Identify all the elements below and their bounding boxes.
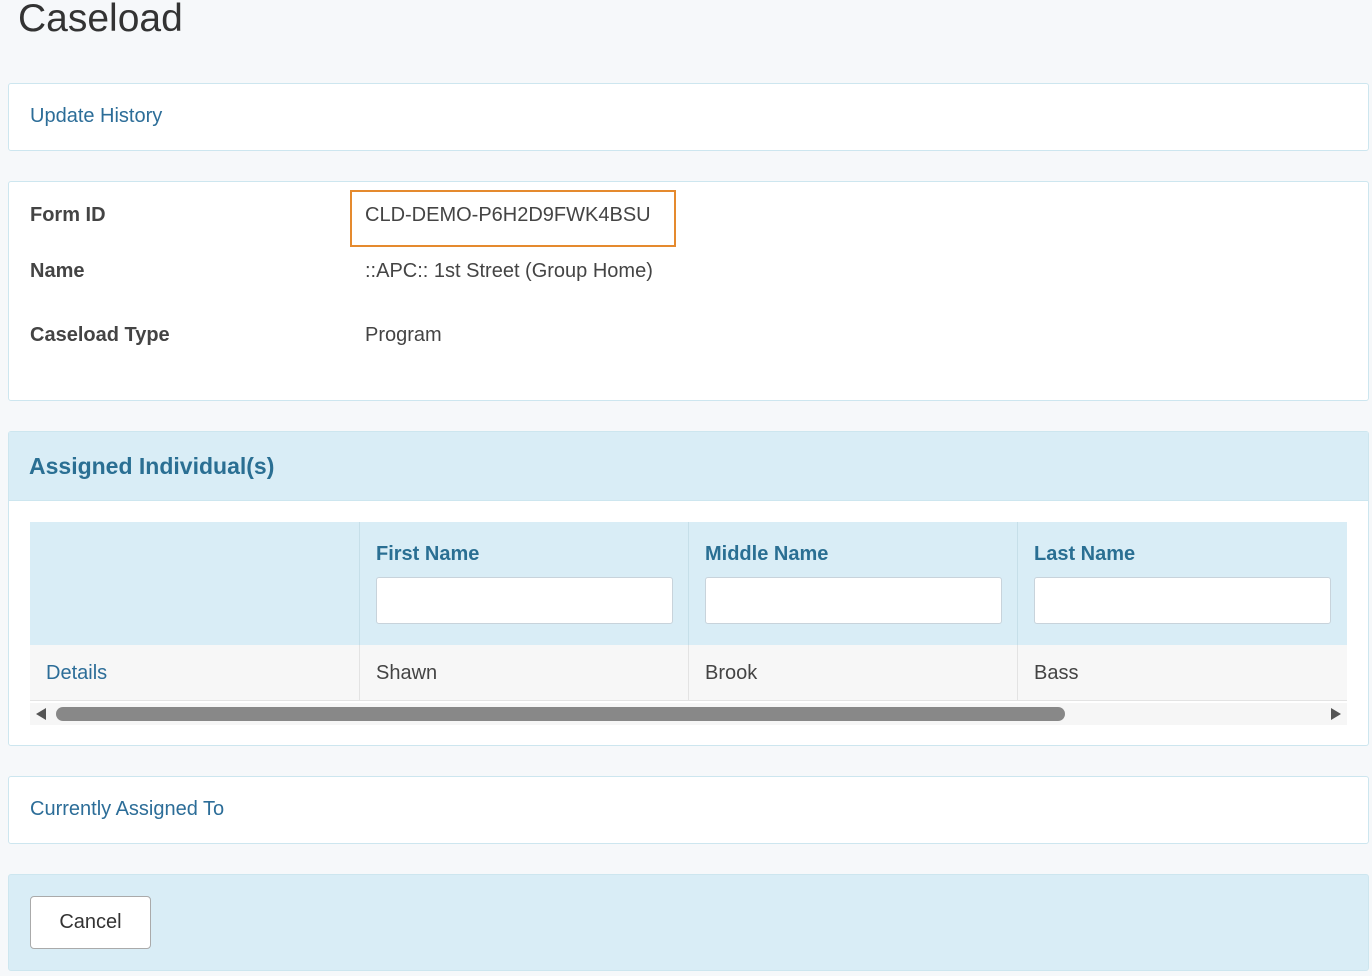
assigned-individuals-title: Assigned Individual(s) <box>29 453 275 479</box>
middle-name-filter-input[interactable] <box>705 577 1002 624</box>
middle-name-cell: Brook <box>688 645 1017 701</box>
table-row: Details Shawn Brook Bass <box>30 645 1347 701</box>
individuals-grid: First Name Middle Name Last Name Details… <box>30 522 1347 702</box>
update-history-panel: Update History <box>8 83 1369 151</box>
caseload-type-label: Caseload Type <box>30 324 170 346</box>
details-link[interactable]: Details <box>46 662 107 684</box>
update-history-link[interactable]: Update History <box>30 105 162 128</box>
last-name-filter-input[interactable] <box>1034 577 1331 624</box>
name-value: ::APC:: 1st Street (Group Home) <box>365 260 653 282</box>
column-last-name: Last Name <box>1017 522 1347 645</box>
first-name-cell: Shawn <box>359 645 688 701</box>
scroll-right-icon[interactable] <box>1331 708 1341 720</box>
first-name-filter-input[interactable] <box>376 577 673 624</box>
caseload-info-panel: Form ID CLD-DEMO-P6H2D9FWK4BSU Name ::AP… <box>8 181 1369 401</box>
currently-assigned-panel: Currently Assigned To <box>8 776 1369 844</box>
page-title: Caseload <box>18 0 183 40</box>
column-title-first-name: First Name <box>376 543 480 565</box>
column-first-name: First Name <box>359 522 688 645</box>
horizontal-scrollbar[interactable] <box>30 703 1347 725</box>
grid-header: First Name Middle Name Last Name <box>30 522 1347 645</box>
last-name-cell: Bass <box>1017 645 1347 701</box>
cancel-button[interactable]: Cancel <box>30 896 151 949</box>
column-title-middle-name: Middle Name <box>705 543 829 565</box>
form-id-label: Form ID <box>30 204 106 226</box>
scroll-thumb[interactable] <box>56 707 1065 721</box>
caseload-type-value: Program <box>365 324 442 346</box>
column-middle-name: Middle Name <box>688 522 1017 645</box>
name-label: Name <box>30 260 85 282</box>
assigned-individuals-panel: Assigned Individual(s) First Name Middle… <box>8 431 1369 746</box>
form-footer: Cancel <box>8 874 1369 971</box>
form-id-value: CLD-DEMO-P6H2D9FWK4BSU <box>365 204 651 226</box>
column-title-last-name: Last Name <box>1034 543 1136 565</box>
scroll-left-icon[interactable] <box>36 708 46 720</box>
assigned-individuals-header: Assigned Individual(s) <box>9 432 1368 501</box>
action-cell: Details <box>30 645 359 701</box>
currently-assigned-link[interactable]: Currently Assigned To <box>30 798 224 821</box>
